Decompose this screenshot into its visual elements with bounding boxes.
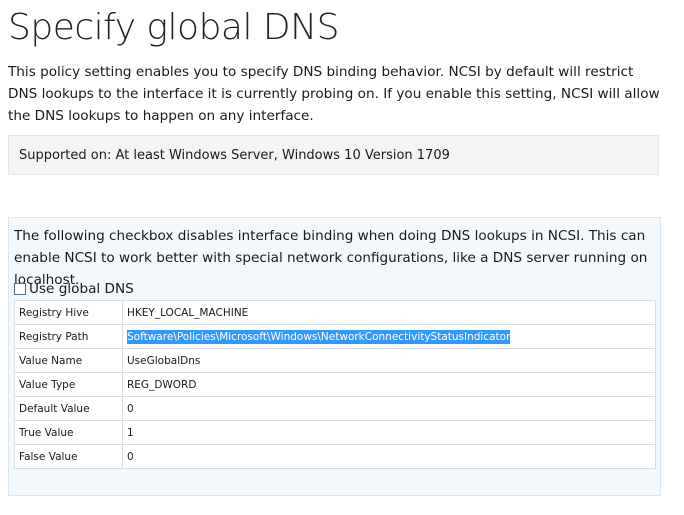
table-row: Registry Hive HKEY_LOCAL_MACHINE — [14, 300, 656, 325]
use-global-dns-label[interactable]: Use global DNS — [29, 279, 134, 299]
page-title: Specify global DNS — [8, 7, 339, 48]
registry-value-cell[interactable]: Software\Policies\Microsoft\Windows\Netw… — [122, 324, 656, 349]
registry-table: Registry Hive HKEY_LOCAL_MACHINE Registr… — [14, 300, 656, 469]
table-row: Default Value 0 — [14, 396, 656, 421]
table-row: Value Type REG_DWORD — [14, 372, 656, 397]
registry-key-cell: False Value — [14, 444, 123, 469]
options-panel: The following checkbox disables interfac… — [8, 217, 661, 496]
registry-path-selected-text[interactable]: Software\Policies\Microsoft\Windows\Netw… — [127, 329, 511, 344]
use-global-dns-option[interactable]: Use global DNS — [14, 279, 134, 299]
table-row: Registry Path Software\Policies\Microsof… — [14, 324, 656, 349]
supported-on-box: Supported on: At least Windows Server, W… — [8, 135, 659, 175]
supported-on-text: Supported on: At least Windows Server, W… — [19, 148, 450, 163]
registry-value-cell: 1 — [122, 420, 656, 445]
registry-key-cell: Registry Path — [14, 324, 123, 349]
table-row: False Value 0 — [14, 444, 656, 469]
registry-key-cell: Value Name — [14, 348, 123, 373]
use-global-dns-checkbox[interactable] — [14, 283, 26, 295]
registry-value-cell: HKEY_LOCAL_MACHINE — [122, 300, 656, 325]
table-row: Value Name UseGlobalDns — [14, 348, 656, 373]
registry-value-cell: 0 — [122, 396, 656, 421]
registry-key-cell: Registry Hive — [14, 300, 123, 325]
registry-key-cell: True Value — [14, 420, 123, 445]
registry-key-cell: Value Type — [14, 372, 123, 397]
registry-value-cell: UseGlobalDns — [122, 348, 656, 373]
table-row: True Value 1 — [14, 420, 656, 445]
policy-description: This policy setting enables you to speci… — [8, 64, 660, 124]
registry-value-cell: 0 — [122, 444, 656, 469]
registry-value-cell: REG_DWORD — [122, 372, 656, 397]
registry-key-cell: Default Value — [14, 396, 123, 421]
